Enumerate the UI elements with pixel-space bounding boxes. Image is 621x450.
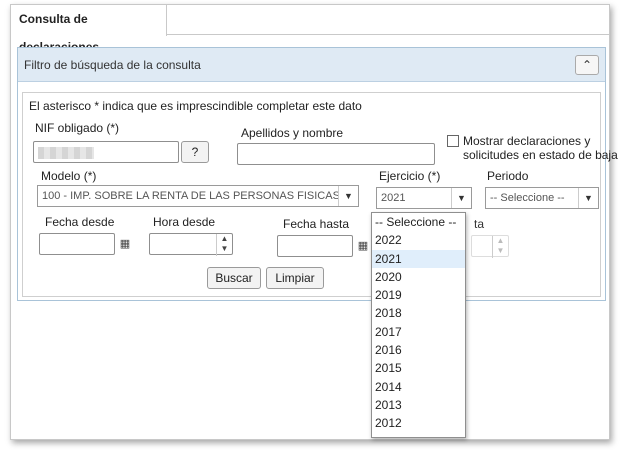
fecha-desde-input[interactable] <box>39 233 115 255</box>
mostrar-baja-checkbox[interactable] <box>447 135 459 147</box>
nif-label: NIF obligado (*) <box>35 121 120 135</box>
ejercicio-label: Ejercicio (*) <box>379 169 441 183</box>
panel-title: Filtro de búsqueda de la consulta <box>24 58 201 72</box>
dropdown-option[interactable]: 2020 <box>372 268 465 286</box>
periodo-value: -- Seleccione -- <box>490 192 565 204</box>
chevron-up-icon: ⌃ <box>581 58 593 72</box>
dropdown-option[interactable]: 2012 <box>372 414 465 432</box>
periodo-select[interactable]: -- Seleccione -- ▼ <box>485 187 599 209</box>
filter-panel: Filtro de búsqueda de la consulta ⌃ El a… <box>17 47 618 301</box>
nif-input[interactable] <box>33 141 179 163</box>
modelo-label: Modelo (*) <box>41 169 97 183</box>
dropdown-option[interactable]: 2019 <box>372 286 465 304</box>
hora-hasta-label-partial: ta <box>474 217 485 231</box>
calendar-icon[interactable]: ▦ <box>115 233 135 255</box>
hora-hasta-input[interactable]: ▲ ▼ <box>471 235 509 258</box>
dropdown-option[interactable]: 2016 <box>372 341 465 359</box>
calendar-icon[interactable]: ▦ <box>353 235 373 257</box>
dropdown-option[interactable]: 2015 <box>372 359 465 377</box>
modelo-select[interactable]: 100 - IMP. SOBRE LA RENTA DE LAS PERSONA… <box>37 185 359 207</box>
fecha-desde-label: Fecha desde <box>45 215 115 229</box>
filter-form: El asterisco * indica que es imprescindi… <box>22 92 618 297</box>
buscar-button[interactable]: Buscar <box>207 267 261 289</box>
dropdown-option[interactable]: 2021 <box>372 249 465 268</box>
dropdown-option[interactable]: 2013 <box>372 396 465 414</box>
mostrar-baja-label-line2: solicitudes en estado de baja <box>463 148 618 162</box>
redacted-value <box>38 147 94 159</box>
ejercicio-select[interactable]: 2021 ▼ <box>376 187 472 209</box>
dropdown-option[interactable]: 2018 <box>372 304 465 322</box>
collapse-button[interactable]: ⌃ <box>575 55 599 75</box>
panel-header: Filtro de búsqueda de la consulta ⌃ <box>18 48 605 82</box>
time-spinner[interactable]: ▲ ▼ <box>216 234 232 256</box>
chevron-down-icon: ▼ <box>578 188 598 208</box>
ejercicio-value: 2021 <box>381 192 406 204</box>
nif-help-button[interactable]: ? <box>181 141 209 163</box>
fecha-hasta-label: Fecha hasta <box>283 217 350 231</box>
hora-desde-input[interactable]: ▲ ▼ <box>149 233 233 256</box>
apellidos-label: Apellidos y nombre <box>241 126 344 140</box>
chevron-down-icon: ▼ <box>451 188 471 208</box>
limpiar-button[interactable]: Limpiar <box>266 267 324 289</box>
tab-bar: Consulta de declaraciones <box>11 5 609 54</box>
apellidos-input[interactable] <box>237 143 435 165</box>
chevron-down-icon: ▼ <box>338 186 358 206</box>
dropdown-option[interactable]: 2022 <box>372 231 465 249</box>
modelo-value: 100 - IMP. SOBRE LA RENTA DE LAS PERSONA… <box>42 190 340 202</box>
dropdown-option[interactable]: 2014 <box>372 378 465 396</box>
required-note: El asterisco * indica que es imprescindi… <box>29 99 362 113</box>
periodo-label: Periodo <box>487 169 529 183</box>
tab-consulta-declaraciones[interactable]: Consulta de declaraciones <box>11 5 167 54</box>
app-window: Consulta de declaraciones Filtro de búsq… <box>10 4 618 440</box>
fecha-hasta-input[interactable] <box>277 235 353 257</box>
dropdown-option[interactable]: -- Seleccione -- <box>372 213 465 231</box>
dropdown-option[interactable]: 2017 <box>372 323 465 341</box>
hora-desde-label: Hora desde <box>153 215 216 229</box>
ejercicio-dropdown-list: -- Seleccione -- 2022 2021 2020 2019 2018 2017… <box>371 212 466 438</box>
mostrar-baja-label-line1: Mostrar declaraciones y <box>463 134 591 148</box>
time-spinner[interactable]: ▲ ▼ <box>492 236 508 258</box>
